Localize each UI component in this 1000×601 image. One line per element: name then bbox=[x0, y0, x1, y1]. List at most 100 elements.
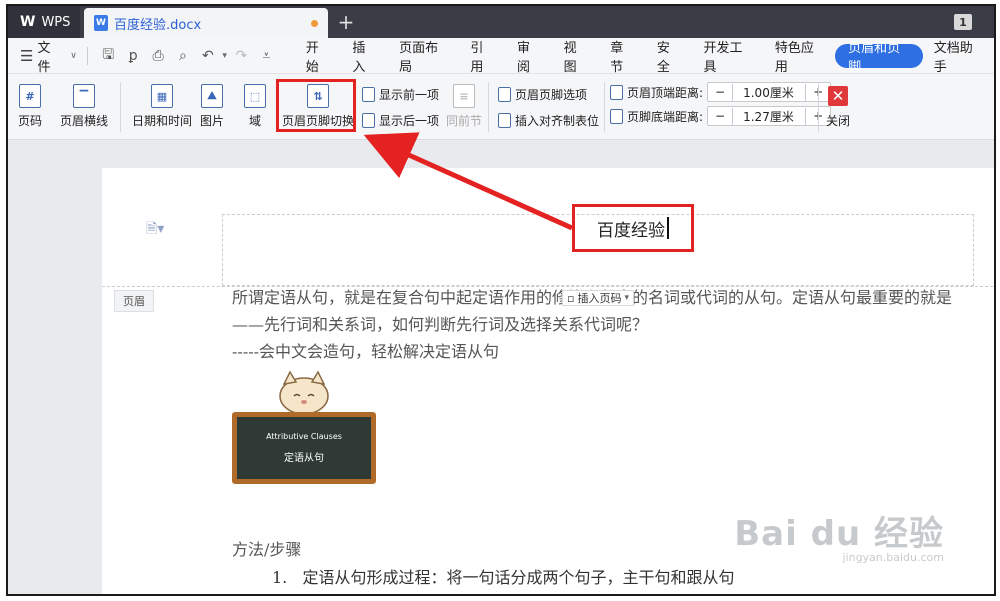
redo-icon[interactable]: ↷ bbox=[231, 45, 252, 67]
field-icon: ⬚ bbox=[244, 84, 266, 108]
page-number-icon: # bbox=[19, 84, 41, 108]
menu-tab[interactable]: 视图 bbox=[553, 41, 600, 75]
picture-button[interactable]: ⛰ 图片 bbox=[200, 84, 224, 129]
same-as-previous-icon: ≡ bbox=[453, 84, 475, 108]
blackboard-chinese: 定语从句 bbox=[284, 453, 324, 464]
hamburger-icon[interactable]: ☰ bbox=[20, 47, 33, 65]
show-previous-button[interactable]: 显示前一项 bbox=[362, 86, 439, 103]
menu-tab[interactable]: 章节 bbox=[599, 41, 646, 75]
header-text[interactable]: 百度经验 bbox=[572, 204, 694, 252]
divider bbox=[604, 82, 605, 132]
document-area: 🗎▾ 页眉 百度经验 所谓定语从句，就是在复合句中起定语作用的修饰主句中的名词或… bbox=[8, 140, 994, 594]
header-line-button[interactable]: ▔ 页眉横线 bbox=[60, 84, 108, 129]
show-previous-icon bbox=[362, 87, 375, 102]
menu-tab[interactable]: 开始 bbox=[295, 41, 342, 75]
unsaved-dot-icon bbox=[311, 20, 318, 27]
list-item-text: 定语从句形成过程：将一句话分成两个句子，主干句和跟从句 bbox=[302, 568, 735, 587]
menu-tab[interactable]: 插入 bbox=[341, 41, 388, 75]
menu-tab[interactable]: 页眉和页脚 bbox=[835, 41, 923, 75]
insert-page-number-button[interactable]: ▫ 插入页码 ▾ bbox=[562, 290, 634, 306]
save-icon[interactable]: 🖫 bbox=[98, 45, 119, 67]
date-time-button[interactable]: ▦ 日期和时间 bbox=[132, 84, 192, 129]
list-number: 1. bbox=[272, 568, 288, 587]
app-window: W WPS W 百度经验.docx + 1 ☰ 文件 ∨ 🖫 ꝑ ⎙ ⌕ ↶ ▾… bbox=[6, 4, 996, 596]
text-cursor bbox=[667, 217, 669, 239]
close-label: 关闭 bbox=[826, 114, 851, 128]
menu-file[interactable]: 文件 bbox=[37, 37, 62, 75]
close-icon: ✕ bbox=[828, 86, 848, 106]
word-doc-icon: W bbox=[94, 15, 108, 31]
menu-tab[interactable]: 引用 bbox=[459, 41, 506, 75]
picture-icon: ⛰ bbox=[201, 84, 223, 108]
chevron-down-icon: ▾ bbox=[624, 293, 629, 303]
page-number-label: 页码 bbox=[18, 114, 43, 128]
page-options-icon[interactable]: 🗎▾ bbox=[146, 218, 164, 242]
header-top-distance: 页眉顶端距离: − 1.00厘米 + bbox=[610, 82, 832, 102]
print-preview-icon[interactable]: ⌕ bbox=[173, 45, 194, 67]
header-tag: 页眉 bbox=[114, 290, 154, 312]
header-text-value: 百度经验 bbox=[597, 220, 665, 241]
align-tab-icon bbox=[498, 113, 511, 128]
insert-align-tab-button[interactable]: 插入对齐制表位 bbox=[498, 112, 599, 129]
undo-icon[interactable]: ↶ bbox=[197, 45, 218, 67]
footer-bottom-stepper[interactable]: − 1.27厘米 + bbox=[707, 106, 832, 126]
document-tab[interactable]: W 百度经验.docx bbox=[84, 8, 328, 38]
same-as-previous-button[interactable]: ≡ 同前节 bbox=[446, 84, 482, 129]
customize-toolbar-icon[interactable]: ⩡ bbox=[256, 45, 277, 67]
menu-tab[interactable]: 文档助手 bbox=[923, 41, 994, 75]
footer-bottom-value[interactable]: 1.27厘米 bbox=[732, 107, 807, 125]
page-number-button[interactable]: # 页码 bbox=[18, 84, 42, 129]
ribbon-header-footer: # 页码 ▔ 页眉横线 ▦ 日期和时间 ⛰ 图片 ⬚ 域 ⇅ 页眉页脚切换 显示… bbox=[8, 74, 994, 140]
header-line-label: 页眉横线 bbox=[60, 114, 109, 128]
cat-illustration bbox=[279, 370, 329, 415]
header-top-stepper[interactable]: − 1.00厘米 + bbox=[707, 82, 832, 102]
decrement-button[interactable]: − bbox=[708, 109, 732, 123]
undo-dropdown-icon[interactable]: ▾ bbox=[222, 51, 227, 61]
show-next-button[interactable]: 显示后一项 bbox=[362, 112, 439, 129]
new-tab-button[interactable]: + bbox=[334, 10, 358, 34]
divider bbox=[86, 46, 88, 65]
decrement-button[interactable]: − bbox=[708, 85, 732, 99]
header-distance-icon bbox=[610, 84, 623, 100]
menu-bar: ☰ 文件 ∨ 🖫 ꝑ ⎙ ⌕ ↶ ▾ ↷ ⩡ 开始 插入 页面布局 引用 审阅 视图 章节安… bbox=[8, 37, 994, 75]
list-item: 1. 定语从句形成过程：将一句话分成两个句子，主干句和跟从句 bbox=[272, 564, 735, 588]
field-button[interactable]: ⬚ 域 bbox=[244, 84, 266, 129]
options-label: 页眉页脚选项 bbox=[515, 88, 588, 102]
same-as-previous-label: 同前节 bbox=[446, 114, 483, 128]
wps-label: WPS bbox=[41, 14, 71, 30]
divider bbox=[120, 82, 121, 132]
menu-tab[interactable]: 安全 bbox=[646, 41, 693, 75]
menu-tab[interactable]: 页面布局 bbox=[388, 41, 459, 75]
footer-distance-icon bbox=[610, 108, 623, 124]
show-next-label: 显示后一项 bbox=[379, 114, 440, 128]
menu-tabs: 开始 插入 页面布局 引用 审阅 视图 章节 安全 开发工具 特色应用 页眉和页脚 文档助手 bbox=[295, 41, 994, 75]
header-top-value[interactable]: 1.00厘米 bbox=[732, 83, 807, 101]
method-heading: 方法/步骤 bbox=[232, 540, 302, 559]
page-number-small-icon: ▫ bbox=[567, 291, 575, 305]
insert-page-number-label: 插入页码 bbox=[577, 292, 622, 305]
format-painter-icon[interactable]: ꝑ bbox=[123, 45, 144, 67]
header-footer-options-button[interactable]: 页眉页脚选项 bbox=[498, 86, 587, 103]
show-previous-label: 显示前一项 bbox=[379, 88, 440, 102]
options-icon bbox=[498, 87, 511, 102]
close-header-footer-button[interactable]: ✕ 关闭 bbox=[826, 86, 850, 129]
blackboard-image[interactable]: Attributive Clauses 定语从句 bbox=[232, 412, 376, 484]
divider bbox=[488, 82, 489, 132]
divider bbox=[818, 82, 819, 132]
picture-label: 图片 bbox=[200, 114, 225, 128]
switch-highlight-box bbox=[276, 79, 356, 132]
document-tab-title: 百度经验.docx bbox=[114, 17, 202, 33]
insert-align-tab-label: 插入对齐制表位 bbox=[515, 114, 600, 128]
baidu-watermark: Bai du 经验 jingyan.baidu.com bbox=[734, 506, 944, 564]
watermark-logo: Bai du 经验 bbox=[734, 514, 944, 554]
window-count-badge[interactable]: 1 bbox=[954, 14, 972, 30]
footer-bottom-distance: 页脚底端距离: − 1.27厘米 + bbox=[610, 106, 832, 126]
menu-tab[interactable]: 开发工具 bbox=[693, 41, 764, 75]
title-bar: W WPS W 百度经验.docx + 1 bbox=[8, 6, 994, 38]
menu-tab[interactable]: 审阅 bbox=[506, 41, 553, 75]
print-icon[interactable]: ⎙ bbox=[148, 45, 169, 67]
menu-tab[interactable]: 特色应用 bbox=[764, 41, 835, 75]
show-next-icon bbox=[362, 113, 375, 128]
wps-home-button[interactable]: W WPS bbox=[8, 6, 80, 38]
chevron-down-icon[interactable]: ∨ bbox=[70, 51, 77, 61]
